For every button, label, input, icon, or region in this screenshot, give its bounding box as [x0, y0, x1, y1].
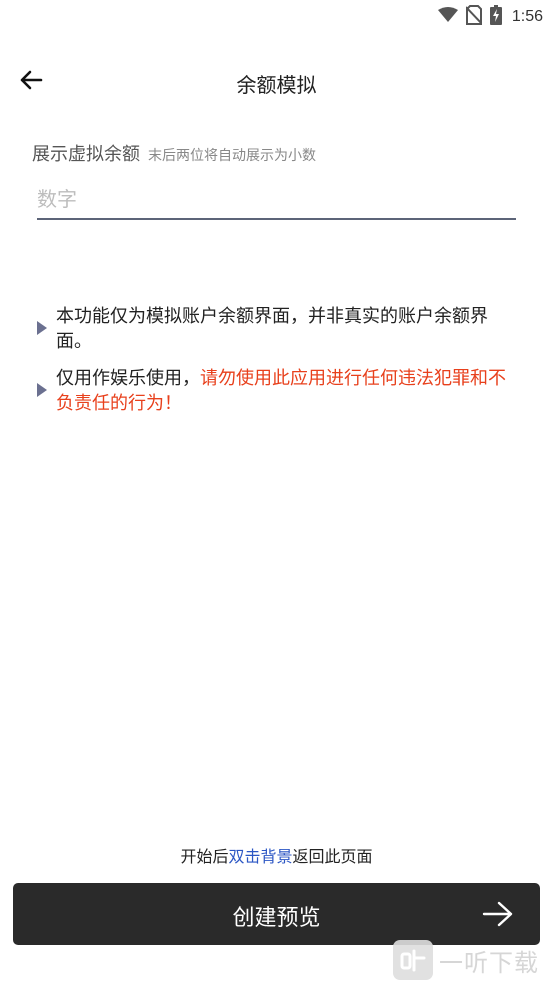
status-time: 1:56 — [511, 8, 543, 25]
arrow-right-icon — [482, 900, 514, 932]
triangle-bullet-icon — [36, 320, 50, 340]
notice-item: 本功能仅为模拟账户余额界面，并非真实的账户余额界面。 — [36, 304, 516, 354]
triangle-bullet-icon — [36, 382, 50, 402]
notice-text: 仅用作娱乐使用，请勿使用此应用进行任何违法犯罪和不负责任的行为！ — [56, 366, 516, 416]
status-bar: 1:56 — [0, 0, 553, 32]
bottom-hint: 开始后双击背景返回此页面 — [0, 843, 553, 867]
notice-text-normal: 仅用作娱乐使用， — [56, 368, 200, 389]
field-hint: 末后两位将自动展示为小数 — [148, 148, 316, 164]
create-preview-button[interactable]: 创建预览 — [13, 883, 540, 945]
bottom-hint-highlight: 双击背景 — [228, 847, 293, 866]
field-label: 展示虚拟余额 — [32, 144, 140, 165]
no-sim-icon — [465, 5, 483, 29]
watermark: 一听下载 — [393, 940, 539, 980]
create-preview-label: 创建预览 — [232, 906, 321, 931]
page-title: 余额模拟 — [236, 73, 317, 97]
field-label-row: 展示虚拟余额 末后两位将自动展示为小数 — [32, 140, 316, 166]
amount-input-container — [37, 180, 516, 220]
status-icons: 1:56 — [437, 5, 543, 29]
bottom-hint-prefix: 开始后 — [180, 847, 229, 866]
bottom-hint-suffix: 返回此页面 — [292, 847, 373, 866]
watermark-text: 一听下载 — [439, 948, 539, 977]
app-bar: 余额模拟 — [0, 56, 553, 108]
watermark-logo-icon — [393, 940, 433, 980]
notice-text: 本功能仅为模拟账户余额界面，并非真实的账户余额界面。 — [56, 306, 488, 352]
notice-item: 仅用作娱乐使用，请勿使用此应用进行任何违法犯罪和不负责任的行为！ — [36, 366, 516, 416]
battery-charging-icon — [489, 5, 502, 29]
amount-input[interactable] — [37, 180, 516, 218]
wifi-icon — [437, 7, 458, 27]
